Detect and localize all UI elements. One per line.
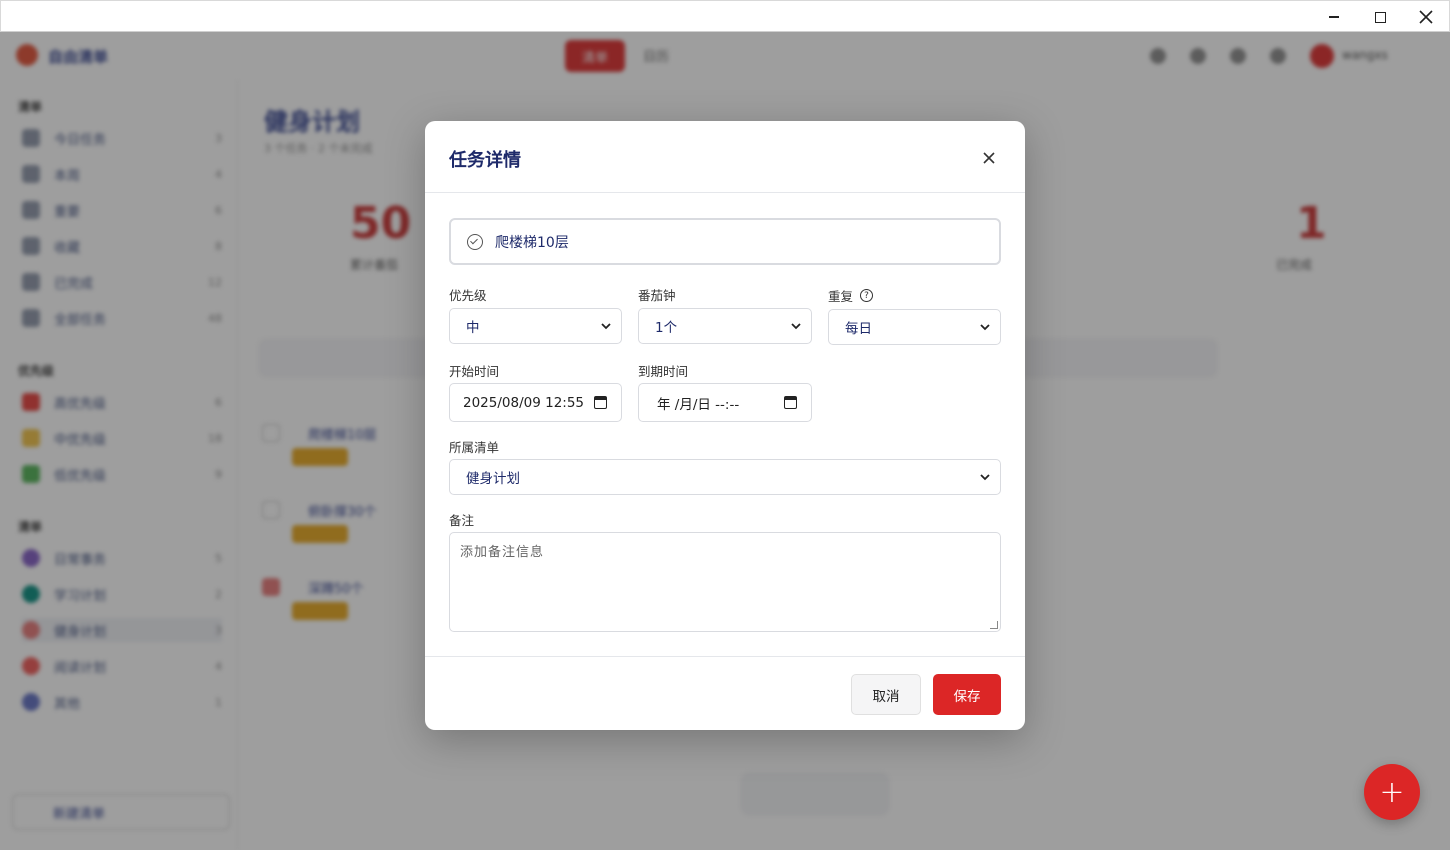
window-titlebar — [0, 0, 1450, 32]
priority-label: 优先级 — [449, 288, 487, 303]
maximize-icon — [1374, 11, 1386, 23]
due-time-value: 年 /月/日 --:-- — [657, 396, 740, 413]
due-time-label: 到期时间 — [638, 364, 689, 379]
calendar-icon[interactable] — [594, 396, 607, 409]
repeat-select[interactable]: 每日 — [828, 309, 1001, 345]
repeat-value: 每日 — [845, 321, 872, 337]
calendar-icon[interactable] — [784, 396, 797, 409]
start-time-input[interactable]: 2025/08/09 12:55 — [449, 383, 622, 422]
task-detail-modal: 任务详情 爬楼梯10层 优先级 中 番茄钟 1个 重复 ? 每日 开始时间 20… — [425, 121, 1025, 730]
modal-footer: 取消 保存 — [425, 656, 1025, 730]
pomodoro-value: 1个 — [655, 320, 678, 336]
start-time-label: 开始时间 — [449, 364, 500, 379]
save-button[interactable]: 保存 — [933, 674, 1001, 715]
add-task-fab[interactable]: + — [1364, 764, 1420, 820]
modal-close-button[interactable] — [983, 145, 995, 169]
chevron-down-icon — [980, 324, 990, 331]
task-name-value: 爬楼梯10层 — [495, 234, 569, 251]
minimize-button[interactable] — [1311, 1, 1357, 33]
repeat-label: 重复 — [828, 289, 854, 304]
chevron-down-icon — [980, 474, 990, 481]
modal-header: 任务详情 — [425, 121, 1025, 193]
repeat-label-row: 重复 ? — [828, 286, 874, 305]
list-value: 健身计划 — [466, 471, 520, 487]
plus-icon: + — [1379, 774, 1405, 810]
task-name-field[interactable]: 爬楼梯10层 — [449, 218, 1001, 265]
modal-title: 任务详情 — [449, 150, 521, 171]
check-circle-icon — [467, 233, 483, 250]
close-icon — [983, 152, 995, 164]
pomodoro-label: 番茄钟 — [638, 288, 676, 303]
chevron-down-icon — [601, 323, 611, 330]
chevron-down-icon — [791, 323, 801, 330]
start-time-value: 2025/08/09 12:55 — [463, 394, 585, 411]
maximize-button[interactable] — [1357, 1, 1403, 33]
cancel-button[interactable]: 取消 — [851, 674, 921, 715]
help-icon[interactable]: ? — [860, 289, 874, 302]
list-label: 所属清单 — [449, 440, 500, 455]
close-icon — [1419, 10, 1433, 24]
minimize-icon — [1329, 16, 1339, 18]
priority-select[interactable]: 中 — [449, 308, 622, 344]
due-time-input[interactable]: 年 /月/日 --:-- — [638, 383, 812, 422]
list-select[interactable]: 健身计划 — [449, 459, 1001, 495]
priority-value: 中 — [466, 320, 480, 336]
notes-label: 备注 — [449, 513, 475, 528]
notes-textarea[interactable]: 添加备注信息 — [449, 532, 1001, 632]
notes-placeholder: 添加备注信息 — [460, 545, 545, 560]
resize-grip-icon[interactable] — [990, 621, 998, 629]
close-window-button[interactable] — [1403, 1, 1449, 33]
pomodoro-select[interactable]: 1个 — [638, 308, 812, 344]
